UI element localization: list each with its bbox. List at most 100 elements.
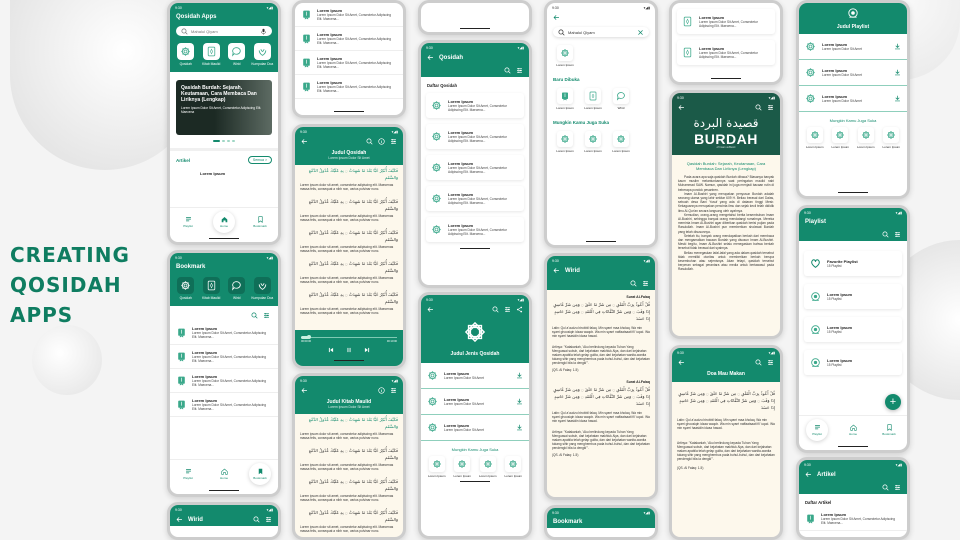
playlist-item[interactable]: Lorem Ipsum 15 Playlist <box>804 284 902 309</box>
category-qosidah[interactable]: Qosidah <box>174 43 198 66</box>
search-icon[interactable] <box>630 280 637 287</box>
search-result-item[interactable]: Lorem Ipsum <box>555 45 575 67</box>
suggestion-item[interactable]: Lorem Ipsum <box>856 127 876 149</box>
search-input[interactable]: Mahalul Qiyam <box>568 30 634 35</box>
nav-bookmark[interactable]: Bookmark <box>249 463 271 485</box>
category-qosidah[interactable]: Qosidah <box>174 277 198 300</box>
list-item[interactable]: Lorem Ipsum Lorem Ipsum Dolor Sit Amet, C… <box>677 40 775 65</box>
track-row[interactable]: Lorem Ipsum Lorem Ipsum Dolor Sit Amet <box>421 415 529 441</box>
search-icon[interactable] <box>251 312 258 319</box>
track-row[interactable]: Lorem Ipsum Lorem Ipsum Dolor Sit Amet <box>799 60 907 86</box>
category-wirid[interactable]: Wirid <box>225 277 249 300</box>
download-icon[interactable] <box>516 372 523 379</box>
nav-home[interactable]: Home <box>213 463 235 485</box>
back-arrow-icon[interactable] <box>427 54 434 61</box>
back-arrow-icon[interactable] <box>176 516 183 523</box>
suggestion-item[interactable]: Lorem Ipsum <box>503 456 523 478</box>
suggestion-item[interactable]: Lorem Ipsum <box>555 131 575 153</box>
carousel-dot[interactable] <box>232 140 235 142</box>
skip-previous-icon[interactable] <box>328 347 334 353</box>
list-item[interactable]: Lorem Ipsum Lorem Ipsum Dolor Sit Amet, C… <box>170 369 278 393</box>
search-input[interactable]: Mahalul Qiyam <box>191 29 257 34</box>
info-icon[interactable] <box>378 387 385 394</box>
suggestion-item[interactable]: Lorem Ipsum <box>830 127 850 149</box>
search-icon[interactable] <box>755 104 762 111</box>
suggestion-item[interactable]: Lorem Ipsum <box>452 456 472 478</box>
suggestion-item[interactable]: Lorem Ipsum <box>805 127 825 149</box>
info-icon[interactable] <box>378 138 385 145</box>
list-item[interactable]: Lorem Ipsum Lorem Ipsum Dolor Sit Amet, C… <box>295 51 403 75</box>
playlist-item[interactable]: Favorite Playlist 15 Playlist <box>804 251 902 276</box>
clear-icon[interactable] <box>637 29 644 36</box>
recent-item[interactable]: Lorem Ipsum <box>583 88 603 110</box>
list-item[interactable]: Lorem Ipsum Lorem Ipsum Dolor Sit Amet, C… <box>170 321 278 345</box>
nav-bookmark[interactable]: Bookmark <box>249 211 271 233</box>
list-item[interactable]: Lorem Ipsum Lorem Ipsum Dolor Sit Amet, C… <box>170 393 278 417</box>
track-row[interactable]: Lorem Ipsum Lorem Ipsum Dolor Sit Amet <box>799 34 907 60</box>
search-bar[interactable]: Mahalul Qiyam <box>176 26 272 36</box>
category-kumpulan-doa[interactable]: Kumpulan Doa <box>250 277 274 300</box>
download-icon[interactable] <box>516 424 523 431</box>
filter-icon[interactable] <box>767 359 774 366</box>
search-bar[interactable]: Mahalul Qiyam <box>553 27 649 37</box>
back-arrow-icon[interactable] <box>805 471 812 478</box>
filter-icon[interactable] <box>390 387 397 394</box>
download-icon[interactable] <box>516 398 523 405</box>
category-wirid[interactable]: Wirid <box>225 43 249 66</box>
carousel-dot[interactable] <box>227 140 230 142</box>
progress-slider[interactable] <box>301 335 397 339</box>
back-arrow-icon[interactable] <box>301 138 308 145</box>
category-kumpulan-doa[interactable]: Kumpulan Doa <box>250 43 274 66</box>
search-icon[interactable] <box>504 67 511 74</box>
suggestion-item[interactable]: Lorem Ipsum <box>881 127 901 149</box>
nav-playlist[interactable]: Playlist <box>177 211 199 233</box>
search-icon[interactable] <box>882 231 889 238</box>
carousel-dot[interactable] <box>213 140 220 142</box>
back-arrow-icon[interactable] <box>678 359 685 366</box>
recent-item[interactable]: Lorem Ipsum <box>555 88 575 110</box>
filter-icon[interactable] <box>504 306 511 313</box>
suggestion-item[interactable]: Lorem Ipsum <box>611 131 631 153</box>
download-icon[interactable] <box>894 43 901 50</box>
back-arrow-icon[interactable] <box>678 104 685 111</box>
see-all-button[interactable]: Semua > <box>247 156 272 164</box>
nav-playlist[interactable]: Playlist <box>806 419 828 441</box>
list-item[interactable]: Lorem Ipsum Lorem Ipsum Dolor Sit Amet, C… <box>295 3 403 27</box>
nav-bookmark[interactable]: Bookmark <box>878 419 900 441</box>
filter-icon[interactable] <box>390 138 397 145</box>
back-arrow-icon[interactable] <box>553 14 560 21</box>
article-peek[interactable]: Lorem Ipsum <box>170 169 278 178</box>
nav-home[interactable]: Home <box>213 211 235 233</box>
search-icon[interactable] <box>253 516 260 523</box>
carousel-dots[interactable] <box>170 140 278 142</box>
search-icon[interactable] <box>755 359 762 366</box>
filter-icon[interactable] <box>894 484 901 491</box>
nav-playlist[interactable]: Playlist <box>177 463 199 485</box>
back-arrow-icon[interactable] <box>301 387 308 394</box>
search-icon[interactable] <box>492 306 499 313</box>
add-playlist-button[interactable]: + <box>885 394 901 410</box>
list-item[interactable]: Lorem Ipsum Lorem Ipsum Dolor Sit Amet, C… <box>295 27 403 51</box>
category-kitab-maulid[interactable]: Kitab Maulid <box>199 277 223 300</box>
list-item[interactable]: Lorem Ipsum Lorem Ipsum Dolor Sit Amet, C… <box>426 186 524 211</box>
list-item[interactable]: Lorem Ipsum Lorem Ipsum Dolor Sit Amet, C… <box>426 155 524 180</box>
filter-icon[interactable] <box>263 312 270 319</box>
playlist-item[interactable]: Lorem Ipsum 15 Playlist <box>804 350 902 375</box>
download-icon[interactable] <box>894 95 901 102</box>
list-item[interactable]: Lorem Ipsum Lorem Ipsum Dolor Sit Amet, C… <box>799 507 907 531</box>
search-icon[interactable] <box>366 138 373 145</box>
list-item[interactable]: Lorem Ipsum Lorem Ipsum Dolor Sit Amet, C… <box>426 124 524 149</box>
back-arrow-icon[interactable] <box>553 267 560 274</box>
list-item[interactable]: Lorem Ipsum Lorem Ipsum Dolor Sit Amet, C… <box>426 217 524 242</box>
filter-icon[interactable] <box>642 280 649 287</box>
track-row[interactable]: Lorem Ipsum Lorem Ipsum Dolor Sit Amet <box>799 86 907 112</box>
list-item[interactable]: Lorem Ipsum Lorem Ipsum Dolor Sit Amet, C… <box>295 75 403 99</box>
filter-icon[interactable] <box>894 231 901 238</box>
list-item[interactable]: Lorem Ipsum Lorem Ipsum Dolor Sit Amet, C… <box>170 345 278 369</box>
suggestion-item[interactable]: Lorem Ipsum <box>478 456 498 478</box>
progress-thumb[interactable] <box>306 335 311 339</box>
filter-icon[interactable] <box>516 67 523 74</box>
download-icon[interactable] <box>894 69 901 76</box>
skip-next-icon[interactable] <box>364 347 370 353</box>
playlist-item[interactable]: Lorem Ipsum 15 Playlist <box>804 317 902 342</box>
